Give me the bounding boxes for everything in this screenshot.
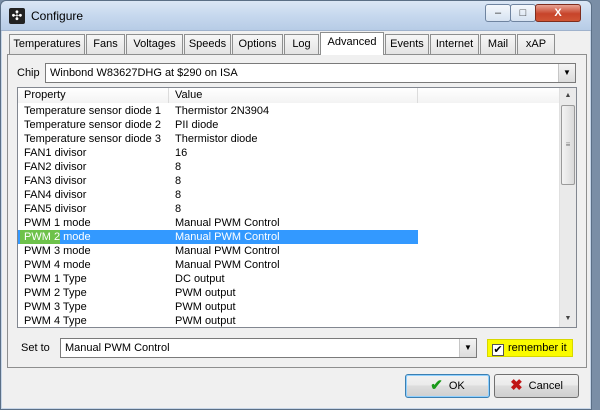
list-item[interactable]: FAN2 divisor 8: [18, 160, 561, 174]
property-cell: Temperature sensor diode 2: [24, 119, 161, 131]
value-cell: PII diode: [175, 119, 219, 131]
tab-strip: Temperatures Fans Voltages Speeds Option…: [9, 32, 569, 55]
list-rows: Temperature sensor diode 1 Thermistor 2N3…: [18, 104, 561, 327]
remember-it-label: remember it: [508, 342, 567, 354]
property-cell: FAN4 divisor: [24, 189, 87, 201]
tab-internet[interactable]: Internet: [430, 34, 479, 54]
value-cell: PWM output: [175, 301, 236, 313]
scrollbar-thumb[interactable]: ≡: [561, 105, 575, 185]
list-item[interactable]: PWM 1 Type DC output: [18, 272, 561, 286]
list-item[interactable]: FAN5 divisor 8: [18, 202, 561, 216]
list-header: Property Value: [18, 88, 561, 103]
tab-voltages[interactable]: Voltages: [126, 34, 183, 54]
tab-events[interactable]: Events: [385, 34, 429, 54]
value-cell: Manual PWM Control: [175, 231, 280, 243]
minimize-button[interactable]: –: [485, 4, 511, 22]
property-cell: PWM 1 Type: [24, 273, 87, 285]
property-cell: PWM 4 Type: [24, 315, 87, 327]
list-item-selected[interactable]: PWM 2 mode Manual PWM Control: [18, 230, 561, 244]
list-item[interactable]: Temperature sensor diode 1 Thermistor 2N3…: [18, 104, 561, 118]
value-cell: 16: [175, 147, 188, 159]
property-cell: PWM 2 Type: [24, 287, 87, 299]
tab-advanced[interactable]: Advanced: [320, 32, 384, 55]
value-cell: DC output: [175, 273, 225, 285]
list-item[interactable]: PWM 4 Type PWM output: [18, 314, 561, 327]
value-cell: PWM output: [175, 287, 236, 299]
property-cell: Temperature sensor diode 1: [24, 105, 161, 117]
value-cell: 8: [175, 203, 182, 215]
tab-temperatures[interactable]: Temperatures: [9, 34, 85, 54]
property-list[interactable]: Property Value Temperature sensor diode …: [17, 87, 577, 328]
list-item[interactable]: FAN1 divisor 16: [18, 146, 561, 160]
property-cell: PWM 4 mode: [24, 259, 91, 271]
remember-it-checkbox[interactable]: ✔ remember it: [487, 339, 573, 357]
property-cell: PWM 2 mode: [24, 231, 91, 243]
tab-options[interactable]: Options: [232, 34, 283, 54]
value-cell: Manual PWM Control: [175, 245, 280, 257]
window-title: Configure: [31, 9, 84, 23]
value-cell: Thermistor 2N3904: [175, 105, 270, 117]
tab-xap[interactable]: xAP: [517, 34, 555, 54]
tab-speeds[interactable]: Speeds: [184, 34, 231, 54]
desktop-background: [592, 0, 600, 410]
value-cell: Thermistor diode: [175, 133, 258, 145]
vertical-scrollbar[interactable]: ▲ ≡ ▼: [559, 88, 576, 327]
property-cell: FAN2 divisor: [24, 161, 87, 173]
list-item[interactable]: PWM 4 mode Manual PWM Control: [18, 258, 561, 272]
chip-select-value: Winbond W83627DHG at $290 on ISA: [50, 67, 238, 79]
value-cell: 8: [175, 189, 182, 201]
ok-button[interactable]: ✔ OK: [405, 374, 490, 398]
cancel-button-label: Cancel: [528, 380, 563, 392]
value-cell: Manual PWM Control: [175, 259, 280, 271]
list-item[interactable]: FAN3 divisor 8: [18, 174, 561, 188]
property-cell: Temperature sensor diode 3: [24, 133, 161, 145]
column-header-value[interactable]: Value: [169, 88, 418, 103]
list-item[interactable]: FAN4 divisor 8: [18, 188, 561, 202]
property-cell: PWM 3 mode: [24, 245, 91, 257]
column-header-filler: [418, 88, 561, 103]
speedfan-icon: ✣: [9, 8, 25, 24]
checkmark-icon: ✔: [430, 377, 443, 394]
column-header-property[interactable]: Property: [18, 88, 169, 103]
cancel-button[interactable]: ✖ Cancel: [494, 374, 579, 398]
value-cell: 8: [175, 175, 182, 187]
chevron-down-icon[interactable]: ▼: [459, 339, 476, 357]
value-cell: PWM output: [175, 315, 236, 327]
configure-window: ✣ Configure – □ X Temperatures Fans Volt…: [0, 0, 592, 410]
list-item[interactable]: Temperature sensor diode 3 Thermistor dio…: [18, 132, 561, 146]
list-item[interactable]: PWM 1 mode Manual PWM Control: [18, 216, 561, 230]
chip-label: Chip: [17, 67, 40, 79]
checkbox-check-icon[interactable]: ✔: [492, 344, 504, 356]
scroll-down-arrow-icon[interactable]: ▼: [560, 311, 576, 327]
set-to-select[interactable]: Manual PWM Control ▼: [60, 338, 477, 358]
maximize-button[interactable]: □: [510, 4, 536, 22]
list-item[interactable]: Temperature sensor diode 2 PII diode: [18, 118, 561, 132]
close-button[interactable]: X: [535, 4, 581, 22]
list-item[interactable]: PWM 3 Type PWM output: [18, 300, 561, 314]
tab-log[interactable]: Log: [284, 34, 319, 54]
list-item[interactable]: PWM 3 mode Manual PWM Control: [18, 244, 561, 258]
value-cell: 8: [175, 161, 182, 173]
property-cell: PWM 3 Type: [24, 301, 87, 313]
tab-fans[interactable]: Fans: [86, 34, 125, 54]
set-to-select-value: Manual PWM Control: [65, 342, 170, 354]
tab-mail[interactable]: Mail: [480, 34, 516, 54]
value-cell: Manual PWM Control: [175, 217, 280, 229]
list-item[interactable]: PWM 2 Type PWM output: [18, 286, 561, 300]
property-cell: FAN1 divisor: [24, 147, 87, 159]
chevron-down-icon[interactable]: ▼: [558, 64, 575, 82]
ok-button-label: OK: [448, 380, 465, 392]
property-cell: FAN5 divisor: [24, 203, 87, 215]
title-bar[interactable]: ✣ Configure – □ X: [1, 1, 591, 31]
property-cell: FAN3 divisor: [24, 175, 87, 187]
chip-select[interactable]: Winbond W83627DHG at $290 on ISA ▼: [45, 63, 576, 83]
set-to-label: Set to: [21, 342, 50, 354]
x-mark-icon: ✖: [510, 377, 523, 394]
property-cell: PWM 1 mode: [24, 217, 91, 229]
scroll-up-arrow-icon[interactable]: ▲: [560, 88, 576, 104]
